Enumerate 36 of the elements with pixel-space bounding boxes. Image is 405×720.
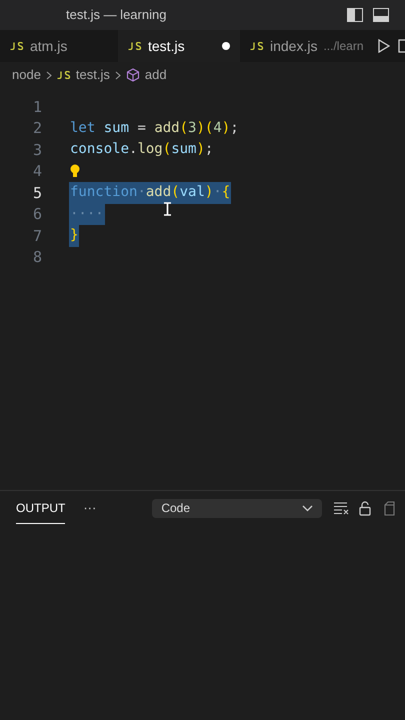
js-file-icon (10, 42, 24, 50)
breadcrumb-item[interactable]: test.js (76, 65, 110, 85)
chevron-icon (46, 70, 52, 80)
split-editor-icon[interactable] (398, 39, 405, 53)
window-title: test.js — learning (66, 6, 166, 24)
chevron-icon (114, 70, 121, 80)
breadcrumb-item[interactable]: add (144, 65, 167, 85)
code-line: console.log(sum); (69, 140, 214, 160)
editor-tab[interactable]: index.js .../learn (240, 30, 374, 62)
editor-tab[interactable]: atm.js (0, 30, 118, 62)
code-line: let sum = add(3)(4); (69, 118, 240, 138)
panel-toggle-icon[interactable] (373, 8, 389, 22)
line-number: 2 (32, 118, 42, 139)
js-file-icon (128, 42, 142, 50)
channel-dropdown[interactable]: Code (152, 498, 322, 518)
breadcrumb-item[interactable]: node (12, 65, 41, 85)
panel-tab[interactable]: OUTPUT (16, 492, 66, 524)
more-actions-button[interactable]: ··· (83, 498, 96, 518)
line-number: 5 (32, 182, 42, 204)
run-icon[interactable] (378, 39, 390, 53)
js-file-icon (56, 71, 71, 79)
js-file-icon (250, 42, 264, 50)
cube-icon (126, 68, 140, 82)
text-cursor-icon (163, 202, 172, 216)
editor-tab[interactable]: test.js (118, 30, 240, 62)
chevron-down-icon (302, 504, 313, 512)
line-number: 4 (32, 161, 42, 182)
line-number: 8 (32, 247, 42, 268)
sidebar-toggle-icon[interactable] (347, 8, 363, 22)
lightbulb-icon[interactable] (69, 164, 81, 178)
unlock-icon[interactable] (359, 500, 371, 516)
line-number: 3 (32, 140, 42, 160)
line-number: 1 (32, 96, 42, 118)
line-number: 6 (32, 204, 42, 225)
clear-output-icon[interactable] (334, 502, 349, 514)
line-number: 7 (32, 226, 42, 246)
